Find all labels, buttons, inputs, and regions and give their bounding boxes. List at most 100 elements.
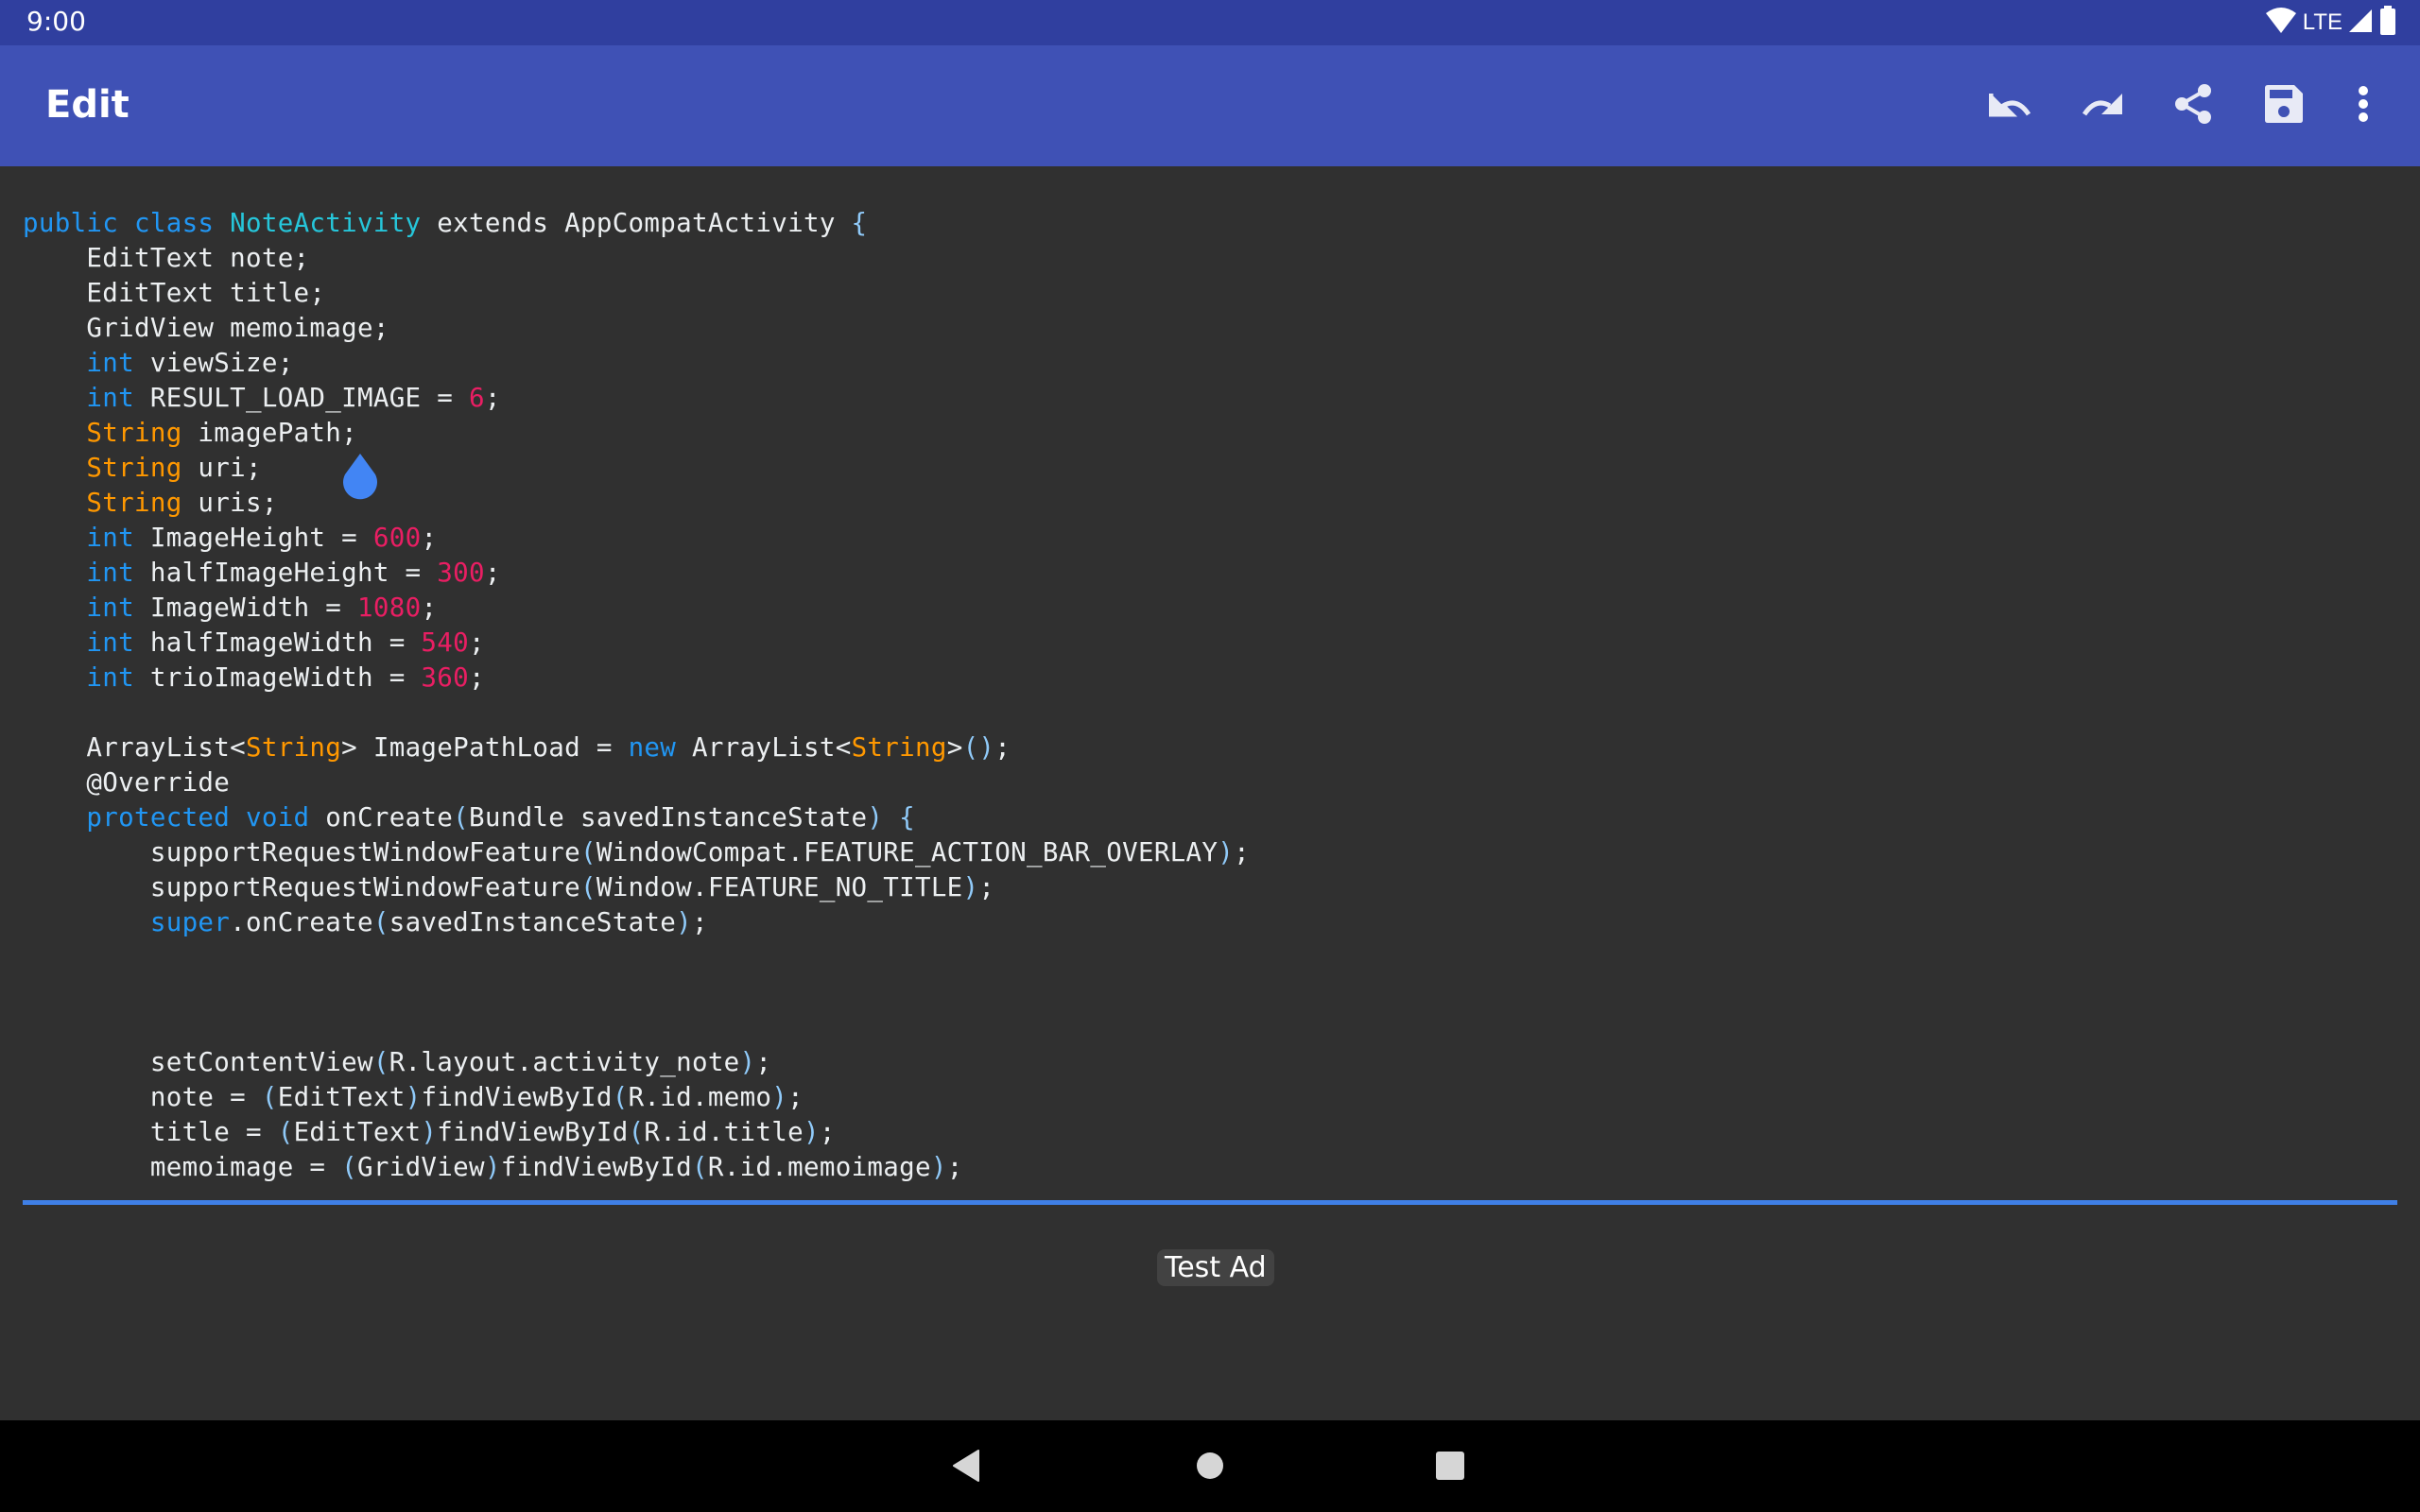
code-token: EditText title; — [23, 278, 326, 308]
code-token: ; — [819, 1117, 836, 1147]
code-line: GridView memoimage; — [23, 311, 1250, 346]
code-token: ( — [277, 1117, 294, 1147]
ad-banner[interactable]: Test Ad — [0, 1206, 2420, 1420]
code-token: savedInstanceState — [389, 907, 677, 937]
code-token: ( — [341, 1152, 357, 1182]
code-token: Window.FEATURE_NO_TITLE — [596, 872, 963, 902]
code-token: ArrayList< — [676, 732, 852, 763]
code-line: int ImageWidth = 1080; — [23, 591, 1250, 626]
status-bar: 9:00 LTE — [0, 0, 2420, 45]
code-token: ; — [469, 627, 485, 658]
code-token: extends AppCompatActivity — [421, 208, 852, 238]
test-ad-label: Test Ad — [1157, 1249, 1274, 1286]
share-button[interactable] — [2161, 74, 2225, 138]
code-token: ; — [978, 872, 995, 902]
text-cursor-handle[interactable] — [340, 454, 380, 501]
code-token: int — [23, 348, 134, 378]
more-options-button[interactable] — [2331, 74, 2395, 138]
code-token: viewSize; — [134, 348, 294, 378]
code-token: ArrayList< — [23, 732, 246, 763]
redo-icon — [2081, 90, 2124, 123]
code-token: ( — [692, 1152, 708, 1182]
app-toolbar: Edit — [0, 45, 2420, 166]
code-token: 540 — [421, 627, 469, 658]
code-line: supportRequestWindowFeature(Window.FEATU… — [23, 870, 1250, 905]
code-editor[interactable]: public class NoteActivity extends AppCom… — [0, 166, 2420, 1204]
code-token: .onCreate — [230, 907, 373, 937]
code-line: int ImageHeight = 600; — [23, 521, 1250, 556]
code-token: ; — [469, 662, 485, 693]
code-token: ) — [962, 872, 979, 902]
code-token: R.id.memoimage — [707, 1152, 931, 1182]
code-token: int — [23, 558, 134, 588]
system-navigation-bar — [0, 1420, 2420, 1512]
code-token: findViewById — [500, 1152, 692, 1182]
code-token: 300 — [437, 558, 485, 588]
code-token: ; — [421, 523, 438, 553]
code-token: findViewById — [421, 1082, 613, 1112]
code-token: ) — [405, 1082, 422, 1112]
code-token: 6 — [468, 383, 485, 413]
status-time: 9:00 — [26, 6, 86, 37]
code-line: String uri; — [23, 451, 1250, 486]
code-token: ( — [579, 837, 596, 868]
code-token: setContentView — [23, 1047, 373, 1077]
code-token: > ImagePathLoad = — [341, 732, 629, 763]
code-token: { — [899, 802, 915, 833]
code-token: int — [23, 383, 134, 413]
recents-square-icon — [1436, 1451, 1464, 1485]
back-triangle-icon — [952, 1449, 980, 1486]
nav-home-button[interactable] — [1182, 1439, 1238, 1496]
code-token: ( — [612, 1082, 629, 1112]
code-token: ( — [261, 1082, 278, 1112]
nav-back-button[interactable] — [938, 1439, 994, 1496]
code-line: ArrayList<String> ImagePathLoad = new Ar… — [23, 730, 1250, 765]
code-token: onCreate — [309, 802, 454, 833]
code-line: EditText title; — [23, 276, 1250, 311]
code-token: trioImageWidth = — [134, 662, 422, 693]
code-token: WindowCompat.FEATURE_ACTION_BAR_OVERLAY — [596, 837, 1219, 868]
more-vert-icon — [2358, 85, 2369, 128]
undo-button[interactable] — [1979, 74, 2043, 138]
code-token: 360 — [421, 662, 469, 693]
code-token: () — [962, 732, 995, 763]
status-icons: LTE — [2265, 5, 2397, 39]
code-token: String — [246, 732, 342, 763]
code-token: GridView memoimage; — [23, 313, 389, 343]
save-button[interactable] — [2252, 74, 2316, 138]
code-token: R.id.title — [644, 1117, 804, 1147]
code-token: ; — [484, 383, 501, 413]
code-token: ) — [1218, 837, 1235, 868]
code-text[interactable]: public class NoteActivity extends AppCom… — [23, 206, 1250, 1185]
code-token: ( — [579, 872, 596, 902]
redo-button[interactable] — [2070, 74, 2135, 138]
code-line: int RESULT_LOAD_IMAGE = 6; — [23, 381, 1250, 416]
code-token: ; — [484, 558, 501, 588]
code-line: int trioImageWidth = 360; — [23, 661, 1250, 696]
code-token: ( — [372, 1047, 389, 1077]
code-line: String imagePath; — [23, 416, 1250, 451]
code-token: ) — [867, 802, 884, 833]
code-token: ) — [484, 1152, 501, 1182]
code-line: int halfImageWidth = 540; — [23, 626, 1250, 661]
code-token: title = — [23, 1117, 278, 1147]
code-token: halfImageHeight = — [134, 558, 438, 588]
code-token: EditText — [293, 1117, 422, 1147]
code-token: memoimage = — [23, 1152, 342, 1182]
editor-focus-underline — [23, 1200, 2397, 1205]
code-token: uris; — [182, 488, 278, 518]
code-token: ( — [372, 907, 389, 937]
code-token: R.id.memo — [628, 1082, 772, 1112]
code-token: ; — [787, 1082, 804, 1112]
code-token: ) — [739, 1047, 756, 1077]
code-token: @Override — [23, 767, 231, 798]
code-token: uri; — [182, 453, 262, 483]
code-token: ) — [421, 1117, 438, 1147]
nav-recents-button[interactable] — [1422, 1439, 1478, 1496]
code-line: note = (EditText)findViewById(R.id.memo)… — [23, 1080, 1250, 1115]
code-line: public class NoteActivity extends AppCom… — [23, 206, 1250, 241]
code-token: RESULT_LOAD_IMAGE = — [134, 383, 469, 413]
wifi-icon — [2265, 7, 2297, 39]
